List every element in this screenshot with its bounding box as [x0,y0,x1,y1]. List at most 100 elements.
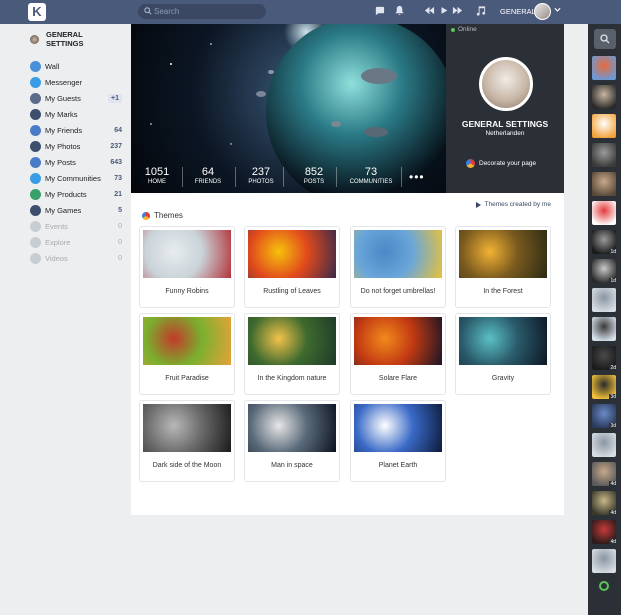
sidebar-item-label: My Games [45,205,82,215]
sidebar-item-guests[interactable]: My Guests +1 [30,90,122,106]
rail-friend-avatar[interactable] [592,143,616,167]
decorate-page-button[interactable]: Decorate your page [466,159,536,168]
rail-friend-avatar[interactable]: 1d [592,230,617,255]
rail-friend-avatar[interactable] [592,549,616,573]
user-name[interactable]: GENERAL [500,7,536,16]
theme-card[interactable]: Fruit Paradise [140,314,234,394]
sidebar-item-label: Messenger [45,77,83,87]
themes-created-by-me-link[interactable]: Themes created by me [475,201,551,208]
rail-friend-avatar[interactable] [592,317,616,341]
rail-friend-avatar[interactable]: 2d [592,346,617,371]
sidebar-item-wall[interactable]: Wall [30,58,122,74]
theme-card[interactable]: In the Forest [456,227,550,307]
sidebar-item-photos[interactable]: My Photos 237 [30,138,122,154]
theme-thumbnail[interactable] [248,230,336,278]
rail-search-button[interactable] [594,29,616,49]
theme-card[interactable]: Rustling of Leaves [245,227,339,307]
sidebar-item-games[interactable]: My Games 5 [30,202,122,218]
rail-online-toggle[interactable] [599,581,609,591]
profile-avatar[interactable] [479,57,533,111]
rail-friend-avatar[interactable]: 3d [592,404,617,429]
sidebar-item-friends[interactable]: My Friends 64 [30,122,122,138]
rail-friend-avatar[interactable]: 4d [592,462,617,487]
rail-friend-avatar[interactable] [592,85,616,109]
search-input[interactable] [154,4,262,19]
sidebar-item-videos[interactable]: Videos 0 [30,250,122,266]
sidebar-item-marks[interactable]: My Marks [30,106,122,122]
last-seen-badge: 4d [609,510,617,516]
rail-friend-avatar[interactable] [592,433,616,457]
stat-label: PHOTOS [248,179,274,185]
last-seen-badge: 3d [609,423,617,429]
sidebar-item-count: 5 [118,206,122,214]
theme-name: Do not forget umbrellas! [360,288,436,295]
sidebar-item-events[interactable]: Events 0 [30,218,122,234]
sidebar-header-label: GENERAL SETTINGS [45,30,84,48]
prev-track-icon[interactable] [424,5,435,16]
rail-friend-avatar[interactable]: 4d [592,491,617,516]
play-icon[interactable] [439,5,449,16]
sidebar-item-posts[interactable]: My Posts 643 [30,154,122,170]
sidebar-header[interactable]: GENERAL SETTINGS [30,30,122,48]
more-stats-button[interactable]: ••• [409,170,425,184]
theme-card[interactable]: Planet Earth [351,401,445,481]
stat-posts[interactable]: 852 POSTS [294,166,334,185]
friends-icon [30,124,41,136]
stat-communities[interactable]: 73 COMMUNITIES [343,166,399,185]
theme-thumbnail[interactable] [143,317,231,365]
sidebar-item-count: 237 [110,142,122,150]
play-triangle-icon [475,201,481,208]
theme-thumbnail[interactable] [459,230,547,278]
sidebar-item-count: 21 [114,190,122,198]
app-logo[interactable]: K [28,3,46,21]
left-sidebar: GENERAL SETTINGS Wall Messenger My Guests +… [30,30,122,266]
theme-card[interactable]: Gravity [456,314,550,394]
theme-card[interactable]: Solare Flare [351,314,445,394]
theme-thumbnail[interactable] [354,230,442,278]
theme-thumbnail[interactable] [248,317,336,365]
music-icon[interactable] [475,5,486,17]
sidebar-item-count: 0 [118,254,122,262]
messages-icon[interactable] [374,5,385,16]
next-track-icon[interactable] [452,5,463,16]
profile-avatar-icon [30,34,39,44]
theme-card[interactable]: In the Kingdom nature [245,314,339,394]
theme-thumbnail[interactable] [354,317,442,365]
theme-thumbnail[interactable] [354,404,442,452]
marks-icon [30,108,41,120]
online-status: Online [451,26,477,33]
themes-heading: Themes [142,211,183,220]
rail-friend-avatar[interactable] [592,201,616,225]
sidebar-item-explore[interactable]: Explore 0 [30,234,122,250]
products-icon [30,188,41,200]
rail-friend-avatar[interactable]: 3d [592,375,617,400]
theme-thumbnail[interactable] [143,230,231,278]
theme-card[interactable]: Man in space [245,401,339,481]
notifications-bell-icon[interactable] [394,5,405,16]
rail-friend-avatar[interactable] [592,114,616,138]
sidebar-item-messenger[interactable]: Messenger [30,74,122,90]
user-avatar[interactable] [534,3,551,20]
theme-name: In the Kingdom nature [257,375,327,382]
search-box[interactable] [138,4,266,19]
rail-friend-avatar[interactable] [592,172,616,196]
theme-card[interactable]: Dark side of the Moon [140,401,234,481]
theme-thumbnail[interactable] [248,404,336,452]
theme-thumbnail[interactable] [143,404,231,452]
rail-friend-avatar[interactable]: 1d [592,259,617,284]
chevron-down-icon[interactable] [554,7,561,13]
stat-number: 237 [251,166,271,178]
stat-home[interactable]: 1051 HOME [134,166,180,185]
sidebar-item-communities[interactable]: My Communities 73 [30,170,122,186]
theme-thumbnail[interactable] [459,317,547,365]
sidebar-item-products[interactable]: My Products 21 [30,186,122,202]
theme-card[interactable]: Do not forget umbrellas! [351,227,445,307]
rail-friend-avatar[interactable]: 4d [592,520,617,545]
stat-friends[interactable]: 64 FRIENDS [183,166,233,185]
stat-photos[interactable]: 237 PHOTOS [241,166,281,185]
rail-friend-avatar[interactable] [592,288,616,312]
games-icon [30,204,41,216]
sidebar-item-label: My Photos [45,141,81,151]
rail-friend-avatar[interactable] [592,56,616,80]
theme-card[interactable]: Funny Robins [140,227,234,307]
